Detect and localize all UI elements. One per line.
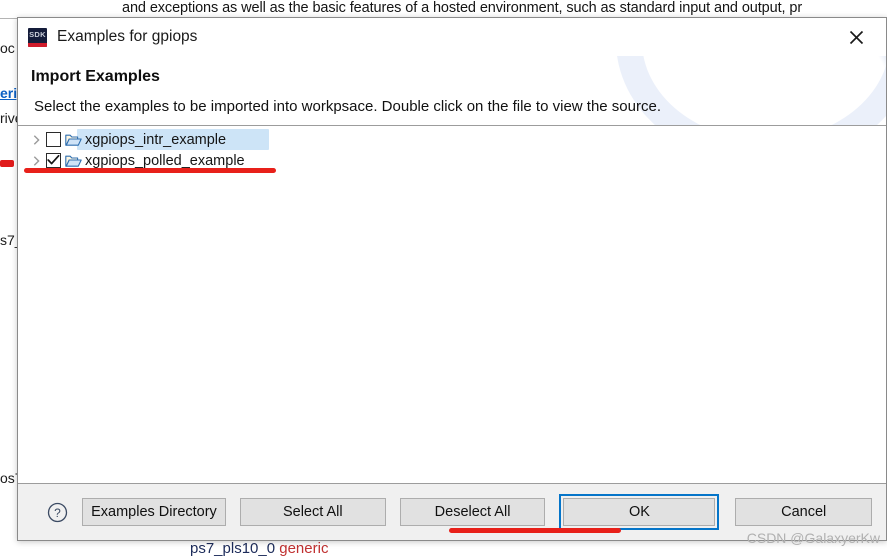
deselect-all-button[interactable]: Deselect All: [399, 498, 546, 526]
tree-row[interactable]: xgpiops_polled_example: [18, 150, 886, 171]
background-bottom-text: ps7_pls10_0 generic: [190, 540, 328, 557]
background-red-marker: [0, 160, 14, 167]
header-decoration-glow-icon: [686, 56, 886, 125]
checkbox-unchecked[interactable]: [46, 132, 61, 147]
expand-arrow-icon[interactable]: [28, 134, 44, 145]
ok-button-focus-ring: OK: [559, 494, 720, 530]
examples-directory-button[interactable]: Examples Directory: [82, 498, 226, 526]
expand-arrow-icon[interactable]: [28, 155, 44, 166]
dialog-titlebar: SDK Examples for gpiops: [18, 18, 886, 56]
folder-open-icon: [65, 153, 82, 168]
dialog-header: Import Examples Select the examples to b…: [18, 56, 886, 126]
help-circle-icon[interactable]: ?: [46, 501, 68, 523]
cancel-button[interactable]: Cancel: [735, 498, 873, 526]
dialog-button-bar: ? Examples Directory Select All Deselect…: [18, 484, 886, 546]
page-title: Import Examples: [31, 68, 160, 85]
select-all-button[interactable]: Select All: [239, 498, 386, 526]
dialog-title: Examples for gpiops: [57, 28, 198, 45]
tree-item-label: xgpiops_polled_example: [85, 152, 245, 169]
folder-open-icon: [65, 132, 82, 147]
ok-button[interactable]: OK: [563, 498, 716, 526]
examples-tree-panel[interactable]: xgpiops_intr_example xgpiops_polled_exam…: [18, 126, 886, 484]
watermark-text: CSDN @GalaxyerKw: [746, 530, 880, 546]
header-decoration-icon: [616, 56, 886, 125]
page-description: Select the examples to be imported into …: [34, 98, 661, 115]
background-fragment-1: oc: [0, 40, 15, 56]
svg-text:?: ?: [54, 506, 61, 520]
sdk-icon: SDK: [28, 27, 47, 47]
tree-item-label: xgpiops_intr_example: [85, 131, 227, 148]
sdk-icon-bar: [28, 42, 47, 47]
import-examples-dialog: SDK Examples for gpiops Import Examples …: [17, 17, 887, 546]
close-icon[interactable]: [834, 22, 878, 52]
tree-row[interactable]: xgpiops_intr_example: [18, 129, 886, 150]
sdk-icon-label: SDK: [29, 29, 46, 39]
background-bottom-red: generic: [279, 540, 329, 557]
checkbox-checked[interactable]: [46, 153, 61, 168]
background-doc-text: and exceptions as well as the basic feat…: [122, 0, 803, 16]
background-bottom-prefix: ps7_pls10_0: [190, 540, 280, 557]
